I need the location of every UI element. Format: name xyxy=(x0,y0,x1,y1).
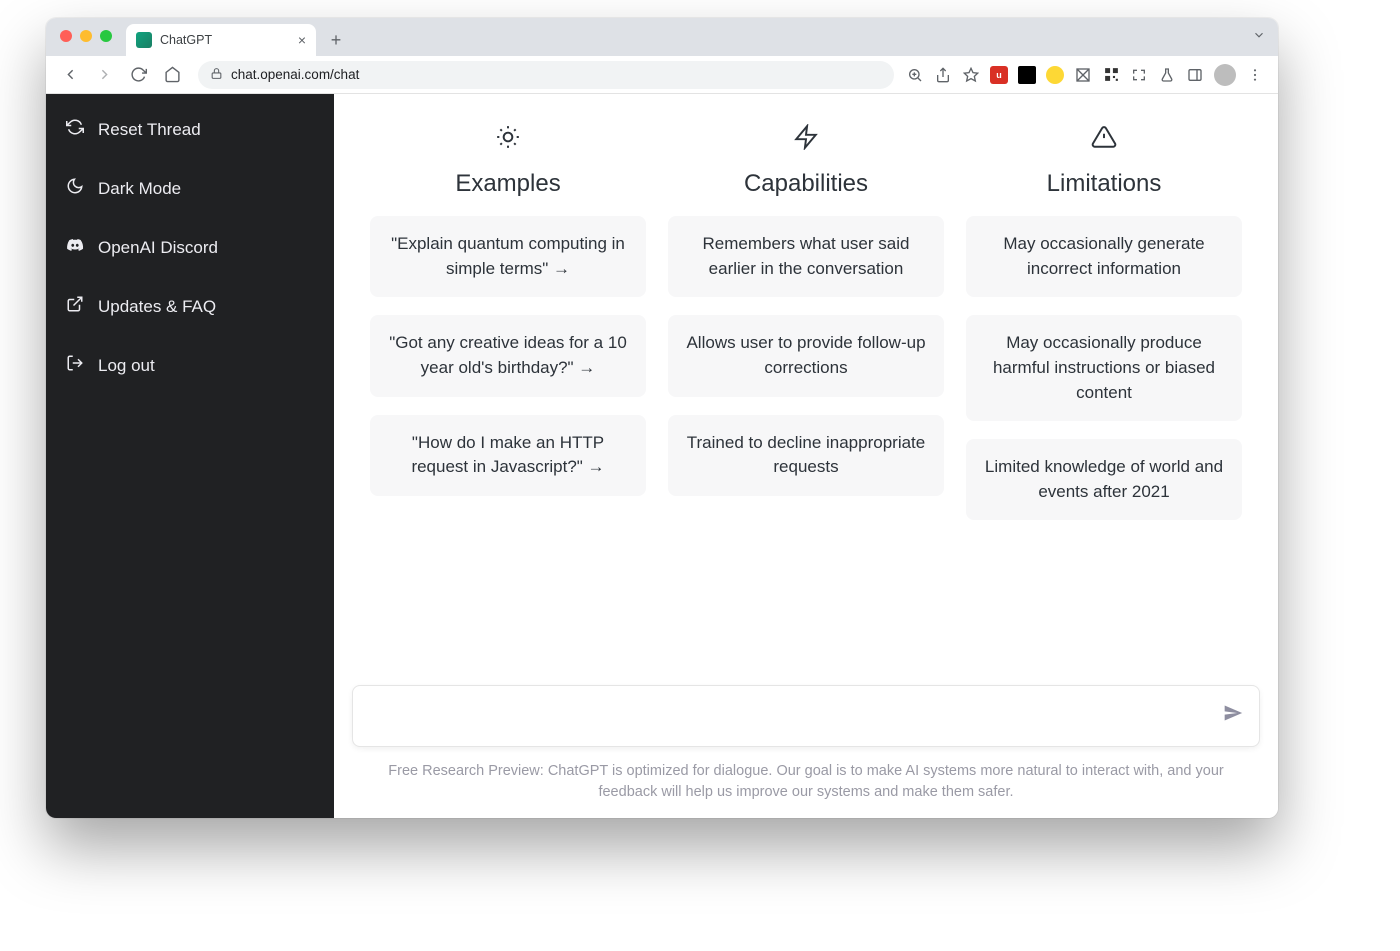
extensions-row: u xyxy=(906,64,1268,86)
labs-flask-icon[interactable] xyxy=(1158,66,1176,84)
limitation-card: May occasionally produce harmful instruc… xyxy=(966,315,1242,421)
extension-icon[interactable] xyxy=(1074,66,1092,84)
limitation-card: Limited knowledge of world and events af… xyxy=(966,439,1242,520)
sidebar-item-label: Log out xyxy=(98,356,155,376)
lightning-icon xyxy=(793,120,819,154)
maximize-window-button[interactable] xyxy=(100,30,112,42)
discord-icon xyxy=(66,236,84,259)
moon-icon xyxy=(66,177,84,200)
sidebar-item-label: Dark Mode xyxy=(98,179,181,199)
send-button[interactable] xyxy=(1223,703,1243,728)
sidebar-item-discord[interactable]: OpenAI Discord xyxy=(54,220,326,275)
main-area: Examples "Explain quantum computing in s… xyxy=(334,94,1278,818)
lock-icon xyxy=(210,67,223,83)
bookmark-star-icon[interactable] xyxy=(962,66,980,84)
message-input-container xyxy=(352,685,1260,747)
limitation-card: May occasionally generate incorrect info… xyxy=(966,216,1242,297)
example-card[interactable]: "How do I make an HTTP request in Javasc… xyxy=(370,415,646,496)
minimize-window-button[interactable] xyxy=(80,30,92,42)
url-text: chat.openai.com/chat xyxy=(231,67,359,82)
warning-icon xyxy=(1091,120,1117,154)
close-tab-button[interactable]: × xyxy=(298,32,306,48)
sidebar-item-label: Reset Thread xyxy=(98,120,201,140)
logout-icon xyxy=(66,354,84,377)
new-tab-button[interactable]: + xyxy=(322,26,350,54)
share-icon[interactable] xyxy=(934,66,952,84)
reset-icon xyxy=(66,118,84,141)
capability-card: Remembers what user said earlier in the … xyxy=(668,216,944,297)
browser-menu-icon[interactable] xyxy=(1246,66,1264,84)
sidebar-item-logout[interactable]: Log out xyxy=(54,338,326,393)
ublock-extension-icon[interactable]: u xyxy=(990,66,1008,84)
capability-card: Allows user to provide follow-up correct… xyxy=(668,315,944,396)
browser-toolbar: chat.openai.com/chat u xyxy=(46,56,1278,94)
qr-extension-icon[interactable] xyxy=(1102,66,1120,84)
footer-disclaimer: Free Research Preview: ChatGPT is optimi… xyxy=(334,751,1278,819)
tab-favicon xyxy=(136,32,152,48)
tabstrip-dropdown-button[interactable] xyxy=(1252,28,1266,45)
profile-avatar[interactable] xyxy=(1214,64,1236,86)
tab-strip: ChatGPT × + xyxy=(46,18,1278,56)
example-card[interactable]: "Got any creative ideas for a 10 year ol… xyxy=(370,315,646,396)
sidebar: Reset Thread Dark Mode OpenAI Discord Up… xyxy=(46,94,334,818)
input-area xyxy=(334,673,1278,751)
page-content: Reset Thread Dark Mode OpenAI Discord Up… xyxy=(46,94,1278,818)
tab-title: ChatGPT xyxy=(160,33,290,47)
sidebar-item-dark-mode[interactable]: Dark Mode xyxy=(54,161,326,216)
column-limitations: Limitations May occasionally generate in… xyxy=(966,112,1242,538)
browser-tab[interactable]: ChatGPT × xyxy=(126,24,316,56)
extension-icon[interactable] xyxy=(1018,66,1036,84)
home-button[interactable] xyxy=(158,61,186,89)
example-card[interactable]: "Explain quantum computing in simple ter… xyxy=(370,216,646,297)
reload-button[interactable] xyxy=(124,61,152,89)
sidepanel-icon[interactable] xyxy=(1186,66,1204,84)
sidebar-item-label: Updates & FAQ xyxy=(98,297,216,317)
external-link-icon xyxy=(66,295,84,318)
column-title: Capabilities xyxy=(744,170,868,198)
back-button[interactable] xyxy=(56,61,84,89)
message-input[interactable] xyxy=(369,705,1223,727)
extension-icon[interactable] xyxy=(1046,66,1064,84)
extensions-puzzle-icon[interactable] xyxy=(1130,66,1148,84)
browser-window: ChatGPT × + chat.openai.com/chat xyxy=(46,18,1278,818)
forward-button[interactable] xyxy=(90,61,118,89)
column-title: Limitations xyxy=(1047,170,1162,198)
sidebar-item-updates-faq[interactable]: Updates & FAQ xyxy=(54,279,326,334)
column-capabilities: Capabilities Remembers what user said ea… xyxy=(668,112,944,538)
sidebar-item-reset-thread[interactable]: Reset Thread xyxy=(54,102,326,157)
close-window-button[interactable] xyxy=(60,30,72,42)
column-examples: Examples "Explain quantum computing in s… xyxy=(370,112,646,538)
window-controls xyxy=(60,30,112,42)
capability-card: Trained to decline inappropriate request… xyxy=(668,415,944,496)
column-title: Examples xyxy=(455,170,560,198)
sun-icon xyxy=(495,120,521,154)
address-bar[interactable]: chat.openai.com/chat xyxy=(198,61,894,89)
zoom-icon[interactable] xyxy=(906,66,924,84)
sidebar-item-label: OpenAI Discord xyxy=(98,238,218,258)
